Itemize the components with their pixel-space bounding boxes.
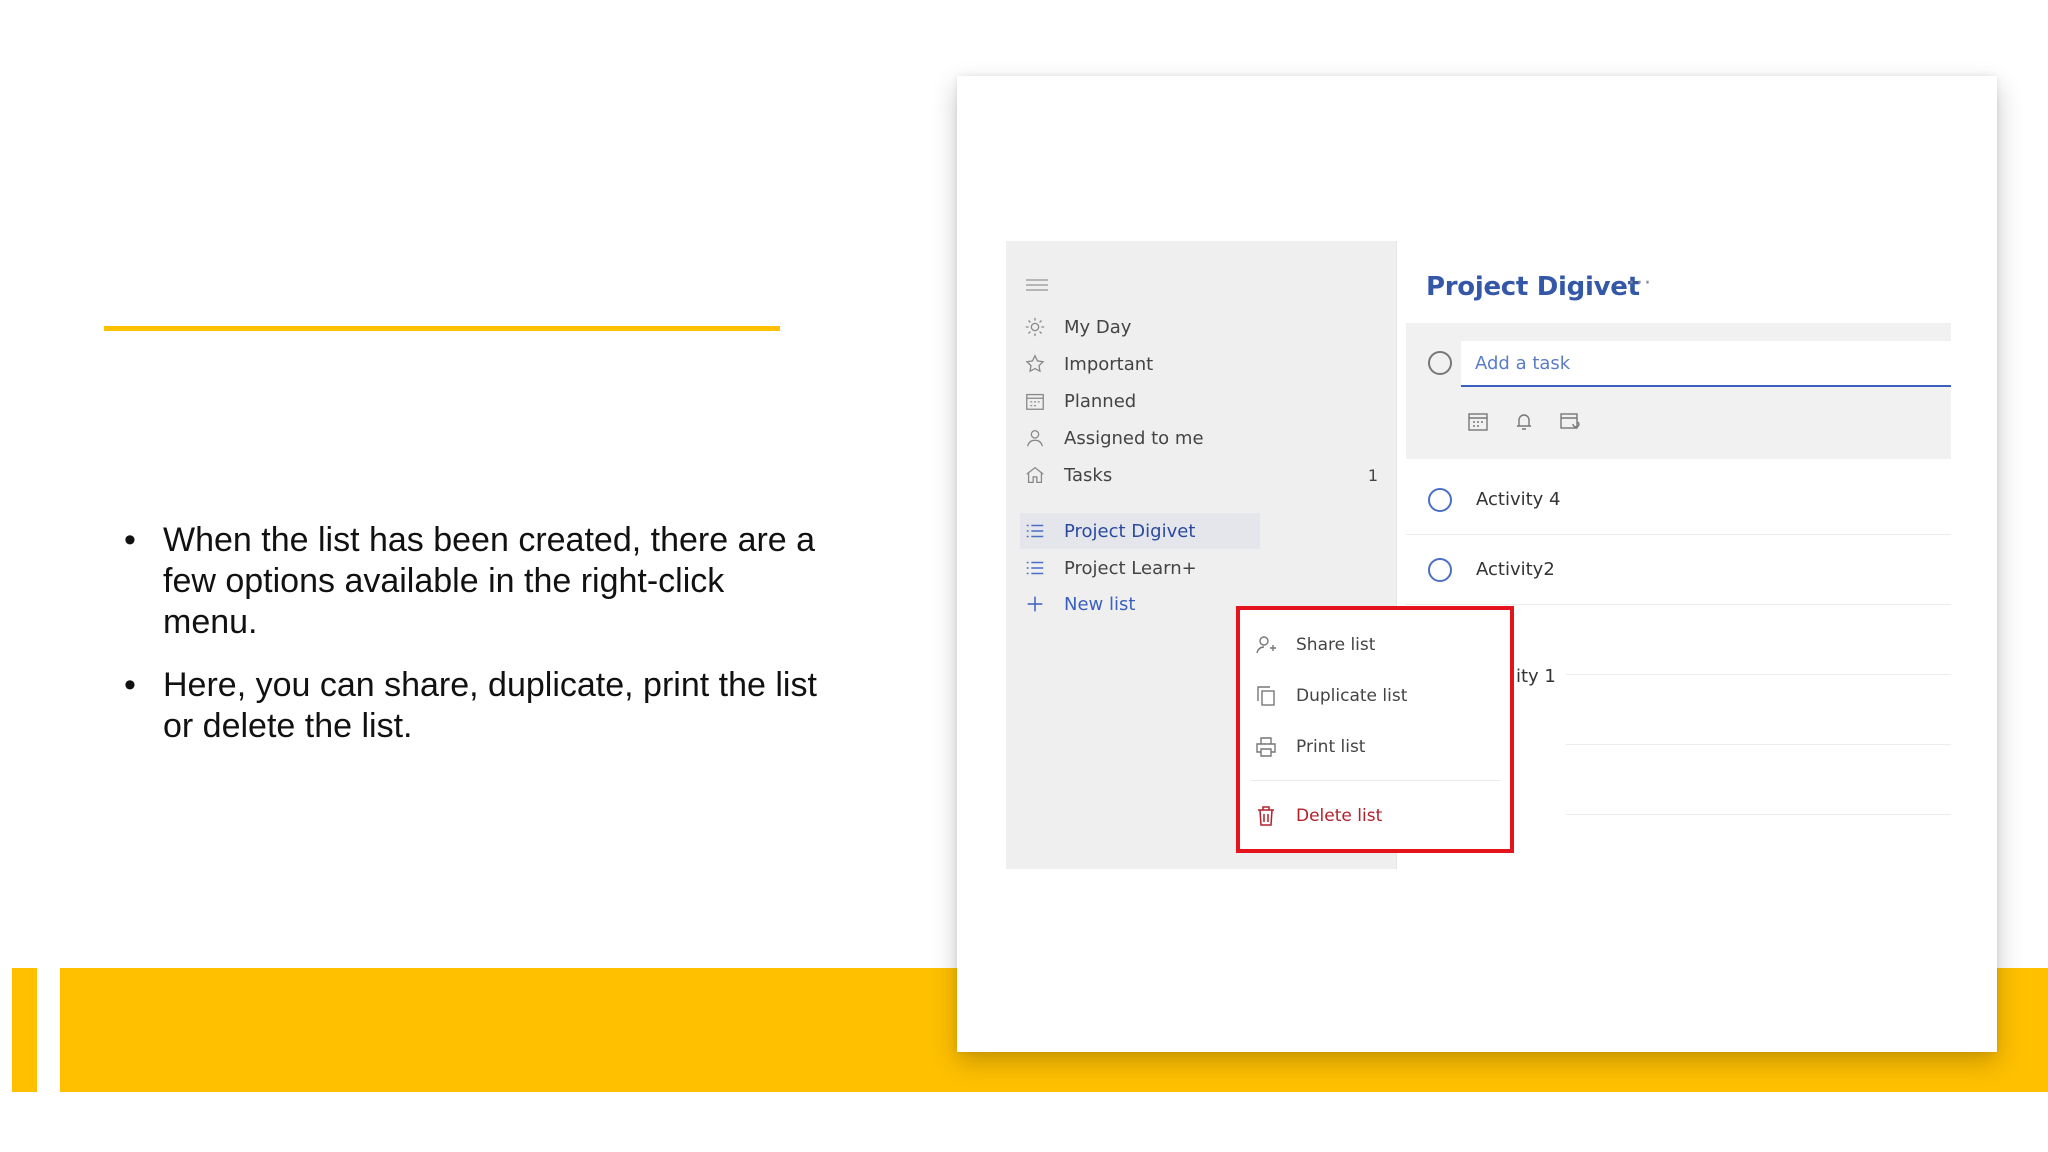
task-divider [1566, 814, 1951, 815]
task-divider [1566, 744, 1951, 745]
trash-icon [1258, 806, 1274, 826]
person-icon [1020, 426, 1050, 450]
printer-icon [1256, 737, 1276, 757]
reminder-bell-icon[interactable] [1512, 409, 1536, 437]
task-row[interactable]: Activity 4 [1406, 465, 1951, 535]
duplicate-icon [1257, 686, 1275, 706]
add-task-input[interactable] [1461, 341, 1951, 387]
sidebar-item-tasks[interactable]: Tasks 1 [1020, 457, 1390, 493]
menu-separator [1250, 780, 1500, 781]
task-complete-circle-icon[interactable] [1428, 487, 1452, 512]
sidebar-item-label: Tasks [1064, 464, 1113, 486]
task-title-partial: ity 1 [1516, 666, 1556, 687]
more-options-icon[interactable]: ··· [1628, 271, 1652, 296]
add-task-toolbar [1466, 409, 1582, 437]
footer-bar-small [12, 968, 37, 1092]
sidebar-item-label: Assigned to me [1064, 427, 1204, 449]
repeat-icon[interactable] [1558, 409, 1582, 437]
bullet-list: When the list has been created, there ar… [124, 520, 824, 769]
sidebar-item-label: New list [1064, 593, 1136, 615]
sidebar-item-label: Planned [1064, 390, 1137, 412]
delete-list-menu-item[interactable]: Delete list [1254, 799, 1504, 833]
sidebar-item-label: My Day [1064, 316, 1132, 338]
calendar-icon [1020, 389, 1050, 413]
menu-item-label: Delete list [1296, 806, 1383, 826]
due-date-icon[interactable] [1466, 409, 1490, 437]
task-divider [1566, 674, 1951, 675]
task-title: Activity 4 [1476, 489, 1561, 510]
task-count-badge: 1 [1367, 465, 1378, 485]
hamburger-menu-icon[interactable] [1026, 279, 1048, 295]
share-list-menu-item[interactable]: Share list [1254, 628, 1504, 662]
plus-icon [1020, 592, 1050, 616]
menu-item-label: Duplicate list [1296, 686, 1408, 706]
sidebar-item-label: Important [1064, 353, 1154, 375]
star-icon [1020, 352, 1050, 376]
share-person-icon [1256, 636, 1276, 654]
list-icon [1020, 519, 1050, 543]
screenshot-card: My Day Important Planned Assigned to me [957, 76, 1997, 1052]
task-title: Activity2 [1476, 559, 1555, 580]
add-task-panel [1406, 323, 1951, 459]
list-title: Project Digivet [1426, 272, 1640, 302]
sidebar-item-label: Project Digivet [1064, 520, 1196, 542]
home-icon [1020, 463, 1050, 487]
list-icon [1020, 556, 1050, 580]
sidebar-item-project-digivet[interactable]: Project Digivet [1020, 513, 1260, 549]
print-list-menu-item[interactable]: Print list [1254, 730, 1504, 764]
todo-app: My Day Important Planned Assigned to me [1006, 241, 1951, 871]
add-task-circle-icon [1428, 351, 1452, 375]
task-row[interactable]: Activity2 [1406, 535, 1951, 605]
context-menu: Share list Duplicate list Print list Del… [1236, 606, 1514, 853]
menu-item-label: Print list [1296, 737, 1366, 757]
sidebar-item-project-learn[interactable]: Project Learn+ [1020, 550, 1390, 586]
accent-line [104, 326, 780, 331]
task-complete-circle-icon[interactable] [1428, 557, 1452, 582]
menu-item-label: Share list [1296, 635, 1376, 655]
sidebar-item-important[interactable]: Important [1020, 346, 1390, 382]
sidebar-item-my-day[interactable]: My Day [1020, 309, 1390, 345]
sidebar-item-assigned[interactable]: Assigned to me [1020, 420, 1390, 456]
bullet-item: When the list has been created, there ar… [124, 520, 824, 643]
duplicate-list-menu-item[interactable]: Duplicate list [1254, 679, 1504, 713]
bullet-item: Here, you can share, duplicate, print th… [124, 665, 824, 747]
sun-icon [1020, 315, 1050, 339]
sidebar-item-label: Project Learn+ [1064, 557, 1197, 579]
sidebar-item-planned[interactable]: Planned [1020, 383, 1390, 419]
